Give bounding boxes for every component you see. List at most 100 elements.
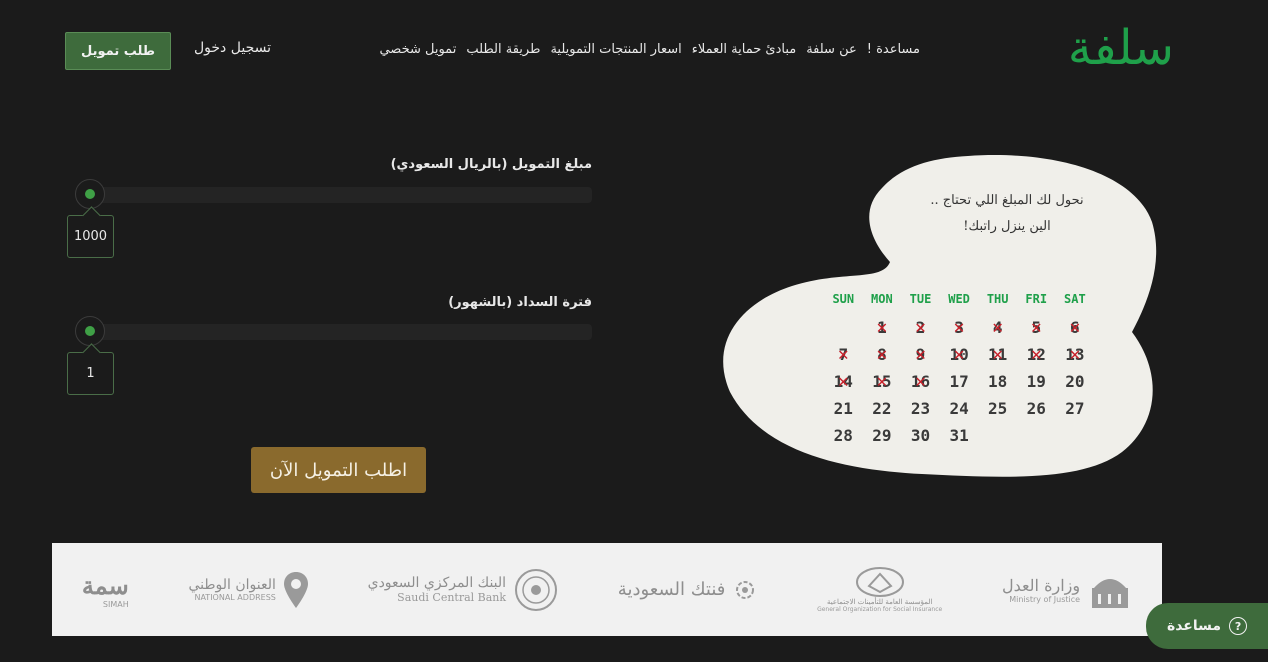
help-label: مساعدة — [1166, 618, 1222, 634]
gosi-en: General Organization for Social Insuranc… — [817, 606, 943, 613]
calendar-day-9: 9 — [901, 341, 940, 368]
period-slider-track[interactable] — [90, 324, 592, 340]
calendar-day-1: 1 — [863, 314, 902, 341]
national-address-en: NATIONAL ADDRESS — [194, 593, 276, 602]
amount-slider-handle[interactable] — [75, 179, 105, 209]
nav-product-prices[interactable]: اسعار المنتجات التمويلية — [550, 42, 681, 62]
calendar-day-8: 8 — [863, 341, 902, 368]
calendar-day-29: 29 — [872, 426, 892, 445]
calendar-day-2: 2 — [901, 314, 940, 341]
partner-simah: سمة SIMAH — [82, 571, 129, 609]
weekday-wed: WED — [948, 292, 970, 306]
calendar-day-11: 11 — [978, 341, 1017, 368]
calendar-day-31: 31 — [949, 426, 969, 445]
calendar-day-18: 18 — [988, 372, 1008, 391]
calendar-day-22: 22 — [872, 399, 892, 418]
weekday-fri: FRI — [1025, 292, 1048, 306]
calendar-empty — [978, 422, 1017, 449]
calendar-day-26: 26 — [1026, 399, 1046, 418]
partner-gosi: المؤسسة العامة للتأمينات الاجتماعية Gene… — [817, 566, 942, 613]
calendar-day-16: 16 — [901, 368, 940, 395]
calendar-day-23: 23 — [910, 399, 931, 418]
calendar-week-3: 141516 17 18 19 20 — [824, 368, 1104, 395]
simah-logo-en: SIMAH — [102, 599, 129, 609]
calendar-day-30: 30 — [910, 426, 931, 445]
period-slider-handle[interactable] — [75, 316, 105, 346]
weekday-sat: SAT — [1064, 292, 1086, 306]
period-label: فترة السداد (بالشهور) — [448, 295, 592, 310]
partner-national-address: العنوان الوطني NATIONAL ADDRESS — [188, 571, 308, 608]
calendar-day-3: 3 — [940, 314, 979, 341]
promo-line-1: نحول لك المبلغ اللي تحتاج .. — [930, 193, 1084, 208]
weekday-sun: SUN — [832, 292, 855, 306]
calendar-day-20: 20 — [1065, 372, 1085, 391]
promo-calendar-illustration: نحول لك المبلغ اللي تحتاج .. الين ينزل ر… — [722, 152, 1162, 482]
sama-ar: البنك المركزي السعودي — [367, 575, 507, 591]
fintech-ar: فنتك السعودية — [617, 579, 726, 600]
sama-en: Saudi Central Bank — [397, 591, 507, 604]
calendar-day-25: 25 — [988, 399, 1008, 418]
calendar-week-4: 21 22 23 24 25 26 27 — [824, 395, 1104, 422]
partners-strip: سمة SIMAH العنوان الوطني NATIONAL ADDRES… — [52, 543, 1162, 636]
location-pin-icon — [283, 571, 308, 608]
calendar-day-17: 17 — [949, 372, 969, 391]
amount-value-box: 1000 — [67, 215, 114, 258]
main-nav: تمويل شخصي طريقة الطلب اسعار المنتجات ال… — [379, 42, 920, 62]
calendar-day-28: 28 — [833, 426, 853, 445]
amount-label: مبلغ التمويل (بالريال السعودي) — [390, 157, 592, 172]
calendar-day-4: 4 — [978, 314, 1017, 341]
period-value: 1 — [86, 366, 95, 381]
partner-saudi-central-bank: البنك المركزي السعودي Saudi Central Bank — [368, 568, 558, 612]
calendar-day-6: 6 — [1056, 314, 1095, 341]
calendar-day-12: 12 — [1017, 341, 1056, 368]
calendar-day-7: 7 — [824, 341, 863, 368]
calendar-day-27: 27 — [1065, 399, 1085, 418]
calendar-weekdays: SUN MON TUE WED THU FRI SAT — [824, 292, 1104, 314]
moj-ar: وزارة العدل — [1001, 575, 1081, 595]
weekday-mon: MON — [871, 292, 893, 306]
national-address-ar: العنوان الوطني — [188, 577, 276, 593]
nav-customer-protection[interactable]: مبادئ حماية العملاء — [692, 42, 796, 62]
promo-line-2: الين ينزل راتبك! — [963, 219, 1051, 234]
simah-logo-text: سمة — [81, 570, 129, 600]
amount-value: 1000 — [73, 229, 108, 244]
salfa-logo[interactable]: سلفة — [1048, 18, 1174, 78]
help-chat-button[interactable]: ? مساعدة — [1146, 603, 1268, 649]
period-slider-dot — [85, 326, 95, 336]
moj-emblem-icon — [1092, 578, 1129, 608]
nav-help[interactable]: مساعدة ! — [867, 42, 920, 62]
partner-fintech-saudi: فنتك السعودية — [618, 578, 758, 602]
period-value-box: 1 — [67, 352, 114, 395]
login-link[interactable]: تسجيل دخول — [194, 40, 271, 56]
calendar-day-13: 13 — [1056, 341, 1095, 368]
partner-ministry-of-justice: وزارة العدل Ministry of Justice — [1002, 568, 1132, 612]
calendar-week-2: 78910111213 — [824, 341, 1104, 368]
amount-slider-track[interactable] — [90, 187, 592, 203]
calendar-body: 1234567891011121314151617181920212223242… — [824, 314, 1104, 449]
calendar-week-1: 123456 — [824, 314, 1104, 341]
amount-slider-dot — [85, 189, 95, 199]
apply-now-button[interactable]: اطلب التمويل الآن — [251, 447, 426, 493]
nav-personal-finance[interactable]: تمويل شخصي — [379, 42, 456, 62]
calendar-empty — [824, 314, 863, 341]
calendar-day-21: 21 — [833, 399, 853, 418]
calendar-day-24: 24 — [949, 399, 969, 418]
nav-about[interactable]: عن سلفة — [806, 42, 857, 62]
weekday-thu: THU — [986, 292, 1009, 306]
request-finance-button[interactable]: طلب تمويل — [65, 32, 171, 70]
sama-seal-icon — [515, 568, 558, 611]
promo-text: نحول لك المبلغ اللي تحتاج .. الين ينزل ر… — [912, 188, 1102, 240]
gosi-ar: المؤسسة العامة للتأمينات الاجتماعية — [826, 598, 933, 606]
fintech-gear-icon — [736, 580, 755, 599]
gosi-emblem-icon — [855, 567, 904, 597]
calendar-day-19: 19 — [1026, 372, 1046, 391]
nav-how-to-apply[interactable]: طريقة الطلب — [466, 42, 540, 62]
moj-en: Ministry of Justice — [1009, 594, 1081, 604]
calendar-day-5: 5 — [1017, 314, 1056, 341]
calendar-empty — [1056, 422, 1095, 449]
weekday-tue: TUE — [909, 292, 932, 306]
calendar-day-15: 15 — [863, 368, 902, 395]
calendar: SUNMONTUEWEDTHUFRISAT 123456789101112131… — [824, 292, 1104, 449]
calendar-day-14: 14 — [824, 368, 863, 395]
calendar-week-5: 28 29 30 31 — [824, 422, 1104, 449]
